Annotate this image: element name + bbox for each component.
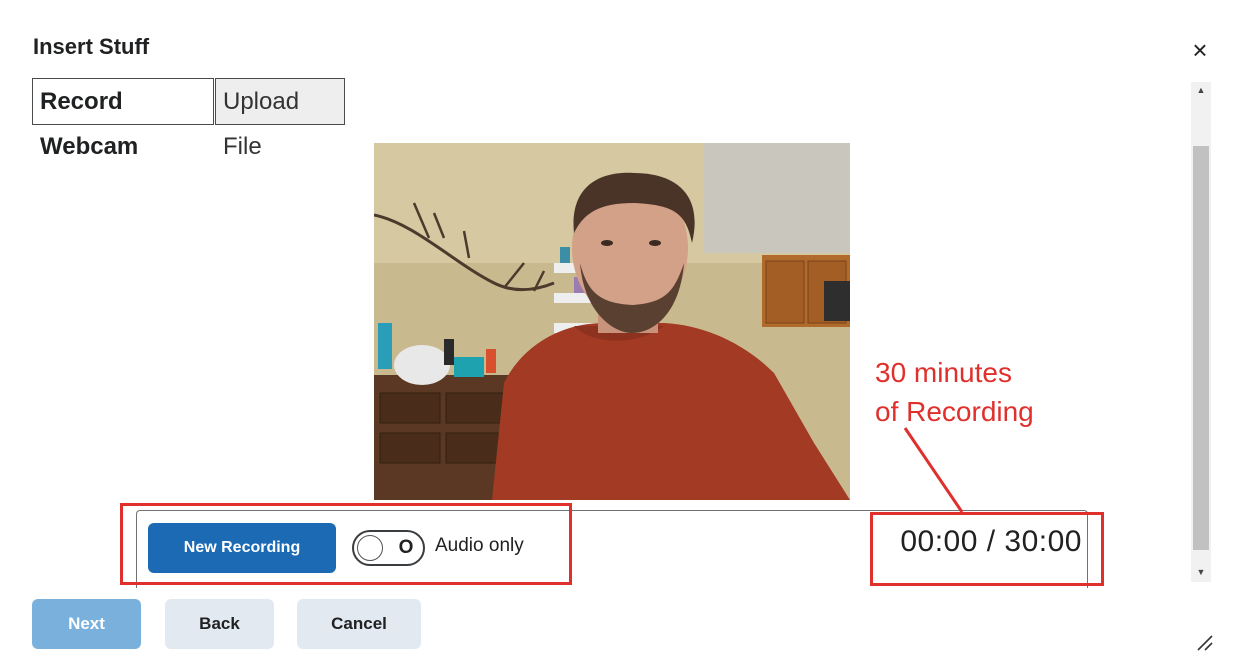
annotation-line-1: 30 minutes bbox=[875, 357, 1012, 388]
webcam-preview bbox=[374, 143, 850, 500]
tab-upload-file[interactable]: Upload File bbox=[215, 78, 345, 160]
next-button[interactable]: Next bbox=[32, 599, 141, 649]
scroll-up-arrow-icon[interactable]: ▲ bbox=[1191, 82, 1211, 98]
close-icon[interactable]: × bbox=[1186, 36, 1214, 64]
scrollbar-thumb[interactable] bbox=[1193, 146, 1209, 550]
webcam-frame-image bbox=[374, 143, 850, 500]
resize-grip-icon[interactable] bbox=[1194, 632, 1214, 652]
annotation-highlight-timer bbox=[870, 512, 1104, 586]
tab-record-webcam[interactable]: Record Webcam bbox=[32, 78, 214, 160]
annotation-line-2: of Recording bbox=[875, 396, 1034, 427]
dialog-title: Insert Stuff bbox=[33, 34, 150, 59]
scroll-down-arrow-icon[interactable]: ▼ bbox=[1191, 564, 1211, 580]
annotation-highlight-controls bbox=[120, 503, 572, 585]
back-button[interactable]: Back bbox=[165, 599, 274, 649]
annotation-callout-text: 30 minutes of Recording bbox=[875, 353, 1034, 431]
cancel-button[interactable]: Cancel bbox=[297, 599, 421, 649]
